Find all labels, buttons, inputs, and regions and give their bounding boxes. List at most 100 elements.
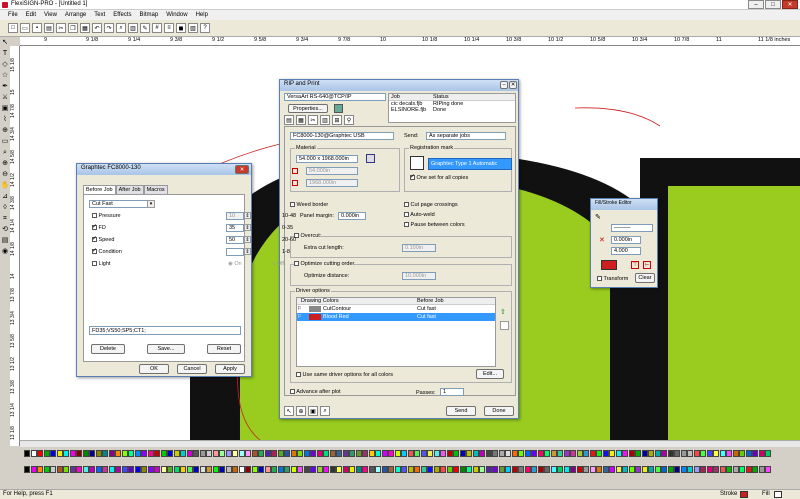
- palette-swatch[interactable]: [43, 450, 50, 457]
- palette-swatch[interactable]: [355, 466, 362, 473]
- palette-swatch[interactable]: [388, 450, 394, 457]
- palette-swatch[interactable]: [537, 466, 544, 473]
- palette-swatch[interactable]: [375, 450, 381, 457]
- palette-swatch[interactable]: [95, 450, 102, 457]
- palette-swatch[interactable]: [225, 466, 232, 473]
- palette-swatch[interactable]: [43, 466, 50, 473]
- palette-swatch[interactable]: [700, 450, 706, 457]
- color-icon[interactable]: ◼: [176, 23, 186, 33]
- same-driver-option[interactable]: Use same driver options for all colors: [296, 372, 393, 378]
- palette-swatch[interactable]: [238, 466, 245, 473]
- palette-swatch[interactable]: [713, 466, 719, 473]
- tab-macros[interactable]: Macros: [143, 185, 168, 194]
- palette-swatch[interactable]: [290, 450, 297, 457]
- send-button[interactable]: Send: [446, 406, 476, 416]
- palette-swatch[interactable]: [680, 450, 687, 457]
- palette-swatch[interactable]: [570, 466, 576, 473]
- palette-swatch[interactable]: [472, 450, 479, 457]
- graphtec-close-button[interactable]: ✕: [235, 165, 249, 174]
- cutter-select[interactable]: FC8000-130@Graphtec USB: [290, 132, 394, 140]
- cut-icon[interactable]: ✂: [56, 23, 66, 33]
- zoom-fit-icon[interactable]: ⌕: [320, 406, 330, 416]
- palette-swatch[interactable]: [401, 450, 407, 457]
- palette-swatch[interactable]: [661, 466, 667, 473]
- properties-button[interactable]: Properties...: [288, 104, 328, 113]
- palette-swatch[interactable]: [732, 450, 739, 457]
- palette-swatch[interactable]: [134, 450, 141, 457]
- tab-queue-icon[interactable]: ▥: [320, 115, 330, 125]
- menu-file[interactable]: File: [4, 12, 22, 18]
- grid-icon[interactable]: #: [152, 23, 162, 33]
- palette-swatch[interactable]: [674, 466, 680, 473]
- param-checkbox[interactable]: [92, 235, 97, 243]
- palette-swatch[interactable]: [518, 466, 524, 473]
- menu-text[interactable]: Text: [90, 12, 109, 18]
- stroke-color-swatch[interactable]: [601, 260, 617, 270]
- zoom-in-icon[interactable]: ⊕: [0, 158, 10, 169]
- palette-swatch[interactable]: [732, 466, 739, 473]
- palette-swatch[interactable]: [69, 466, 76, 473]
- width-field[interactable]: 54.000in: [306, 167, 358, 175]
- hand-tool-icon[interactable]: ✋: [0, 180, 10, 191]
- palette-swatch[interactable]: [602, 466, 609, 473]
- palette-swatch[interactable]: [492, 466, 498, 473]
- palette-swatch[interactable]: [388, 466, 394, 473]
- palette-swatch[interactable]: [50, 450, 56, 457]
- palette-swatch[interactable]: [115, 466, 121, 473]
- tab-cut-icon[interactable]: ✂: [308, 115, 318, 125]
- palette-swatch[interactable]: [563, 466, 570, 473]
- palette-swatch[interactable]: [336, 450, 342, 457]
- optimize-option[interactable]: Optimize cutting order: [294, 261, 355, 267]
- palette-swatch[interactable]: [453, 466, 459, 473]
- param-checkbox[interactable]: [92, 213, 97, 219]
- join-style-icon[interactable]: ⊢: [643, 261, 651, 269]
- palette-swatch[interactable]: [251, 450, 258, 457]
- palette-swatch[interactable]: [173, 450, 180, 457]
- length-field[interactable]: 1968.000in: [306, 179, 358, 187]
- tab-output-icon[interactable]: ⊞: [332, 115, 342, 125]
- palette-swatch[interactable]: [251, 466, 258, 473]
- palette-swatch[interactable]: [628, 466, 635, 473]
- palette-swatch[interactable]: [537, 450, 544, 457]
- palette-swatch[interactable]: [414, 450, 420, 457]
- palette-swatch[interactable]: [128, 466, 134, 473]
- palette-swatch[interactable]: [609, 450, 615, 457]
- palette-swatch[interactable]: [160, 450, 167, 457]
- zoom-out-icon[interactable]: ⊖: [0, 169, 10, 180]
- palette-swatch[interactable]: [752, 466, 758, 473]
- menu-help[interactable]: Help: [192, 12, 212, 18]
- optimize-distance-field[interactable]: 10.000in: [402, 272, 436, 280]
- palette-swatch[interactable]: [264, 450, 271, 457]
- palette-swatch[interactable]: [420, 450, 427, 457]
- palette-swatch[interactable]: [615, 450, 622, 457]
- redo-icon[interactable]: ↷: [104, 23, 114, 33]
- palette-swatch[interactable]: [485, 450, 492, 457]
- palette-swatch[interactable]: [147, 450, 154, 457]
- cap-style-icon[interactable]: ⊤: [631, 261, 639, 269]
- advance-option[interactable]: Advance after plot: [290, 389, 341, 395]
- palette-swatch[interactable]: [693, 450, 700, 457]
- palette-swatch[interactable]: [63, 466, 69, 473]
- save-icon[interactable]: ▪: [32, 23, 42, 33]
- palette-swatch[interactable]: [622, 466, 628, 473]
- palette-swatch[interactable]: [193, 466, 199, 473]
- palette-swatch[interactable]: [687, 450, 693, 457]
- rip-minimize-button[interactable]: –: [500, 81, 508, 89]
- send-select[interactable]: As separate jobs: [426, 132, 506, 140]
- palette-swatch[interactable]: [102, 466, 108, 473]
- optimize-checkbox[interactable]: [294, 261, 299, 267]
- cut-crossings-checkbox[interactable]: [404, 202, 409, 208]
- palette-swatch[interactable]: [706, 450, 713, 457]
- palette-swatch[interactable]: [219, 450, 225, 457]
- palette-swatch[interactable]: [167, 466, 173, 473]
- palette-swatch[interactable]: [297, 466, 303, 473]
- palette-swatch[interactable]: [758, 450, 765, 457]
- palette-swatch[interactable]: [511, 450, 518, 457]
- palette-swatch[interactable]: [531, 466, 537, 473]
- palette-swatch[interactable]: [453, 450, 459, 457]
- palette-swatch[interactable]: [199, 466, 206, 473]
- palette-swatch[interactable]: [563, 450, 570, 457]
- palette-swatch[interactable]: [479, 466, 485, 473]
- preview-page-icon[interactable]: ▣: [308, 406, 318, 416]
- palette-swatch[interactable]: [641, 466, 648, 473]
